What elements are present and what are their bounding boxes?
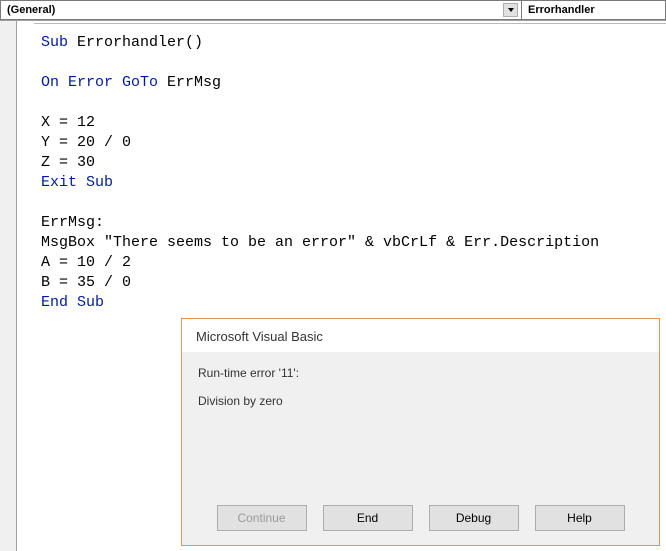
code-line: MsgBox "There seems to be an error" & vb… bbox=[41, 234, 608, 251]
dialog-button-row: Continue End Debug Help bbox=[182, 505, 659, 531]
editor-gutter bbox=[0, 21, 17, 551]
error-dialog: Microsoft Visual Basic Run-time error '1… bbox=[181, 318, 660, 546]
procedure-dropdown-value: Errorhandler bbox=[528, 4, 595, 16]
error-number: Run-time error '11': bbox=[198, 366, 643, 380]
dialog-title: Microsoft Visual Basic bbox=[196, 329, 645, 344]
end-button[interactable]: End bbox=[323, 505, 413, 531]
chevron-down-icon[interactable] bbox=[503, 3, 518, 17]
code-line: ErrMsg: bbox=[41, 214, 104, 231]
procedure-dropdown[interactable]: Errorhandler bbox=[521, 0, 666, 20]
keyword: On Error GoTo bbox=[41, 74, 167, 91]
dialog-titlebar: Microsoft Visual Basic bbox=[182, 319, 659, 352]
continue-button: Continue bbox=[217, 505, 307, 531]
identifier: Errorhandler() bbox=[77, 34, 203, 51]
object-dropdown-value: (General) bbox=[7, 4, 55, 16]
code-line: Y = 20 / 0 bbox=[41, 134, 131, 151]
debug-button[interactable]: Debug bbox=[429, 505, 519, 531]
code-line: A = 10 / 2 bbox=[41, 254, 131, 271]
error-description: Division by zero bbox=[198, 394, 643, 408]
dialog-body: Run-time error '11': Division by zero bbox=[182, 352, 659, 436]
dropdown-toolbar: (General) Errorhandler bbox=[0, 0, 666, 21]
keyword: End Sub bbox=[41, 294, 104, 311]
code-text[interactable]: Sub Errorhandler() On Error GoTo ErrMsg … bbox=[17, 31, 666, 313]
code-line: B = 35 / 0 bbox=[41, 274, 131, 291]
label: ErrMsg bbox=[167, 74, 221, 91]
keyword: Exit Sub bbox=[41, 174, 113, 191]
code-line: Z = 30 bbox=[41, 154, 95, 171]
object-dropdown[interactable]: (General) bbox=[0, 0, 521, 20]
code-line: X = 12 bbox=[41, 114, 95, 131]
separator-line bbox=[34, 23, 666, 24]
keyword: Sub bbox=[41, 34, 77, 51]
help-button[interactable]: Help bbox=[535, 505, 625, 531]
